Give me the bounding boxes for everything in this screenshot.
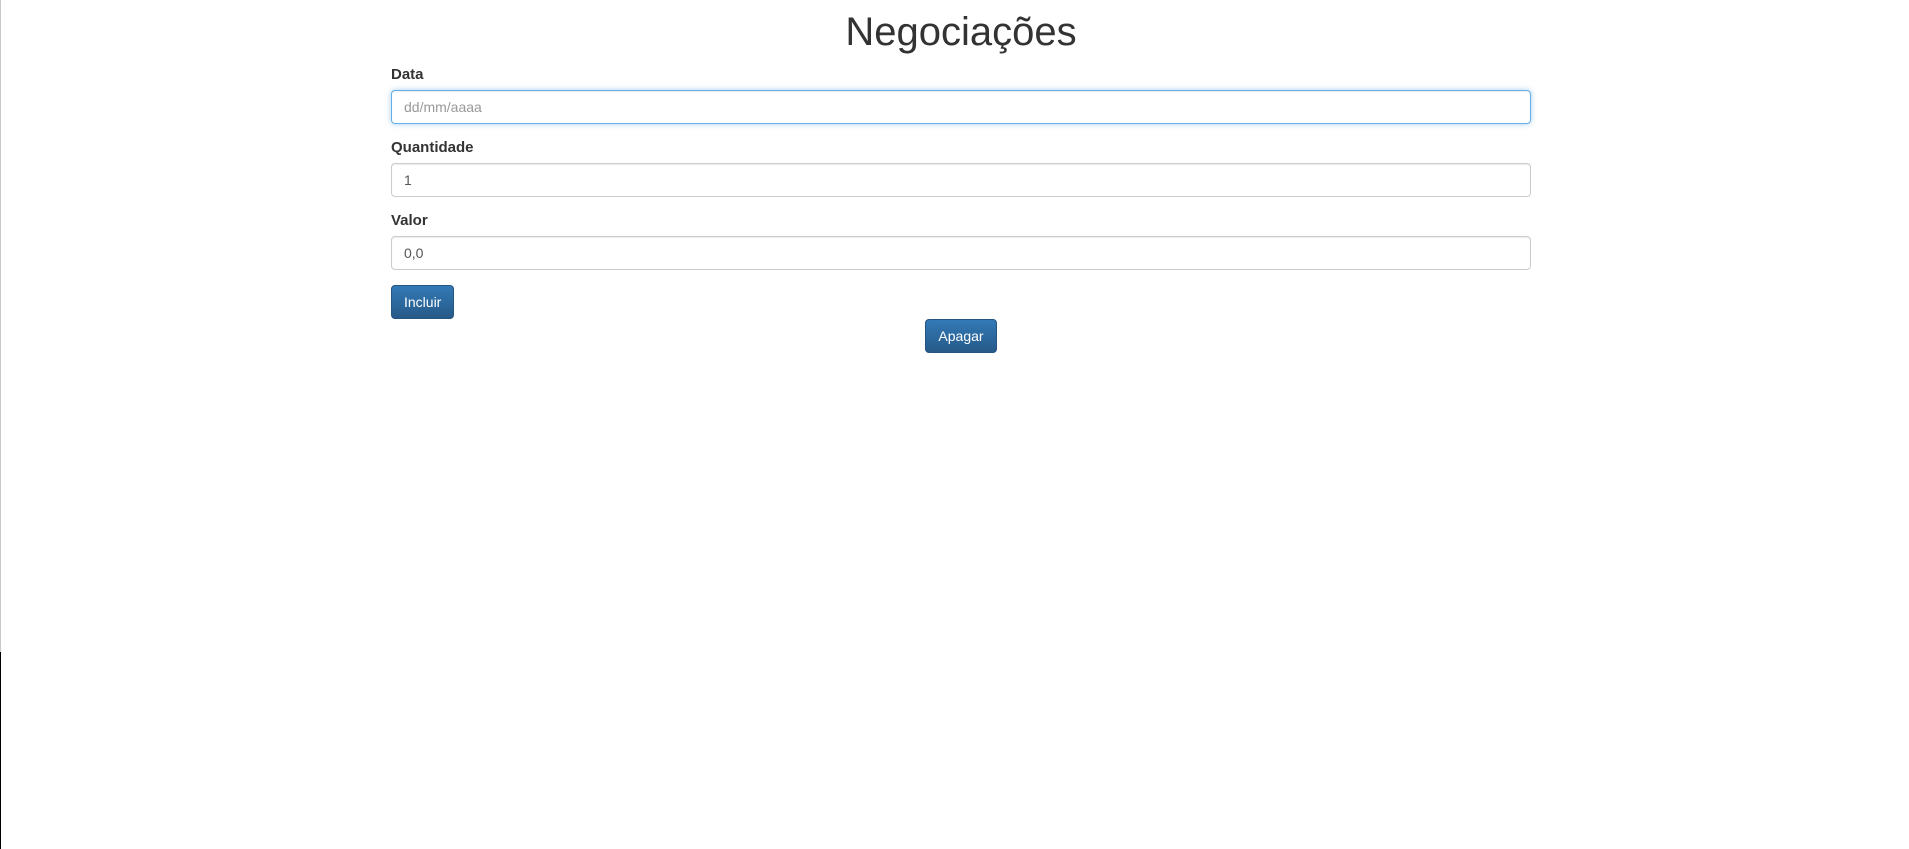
clear-row: Apagar	[391, 319, 1531, 353]
main-container: Negociações Data Quantidade Valor Inclui…	[391, 0, 1531, 353]
trade-form: Data Quantidade Valor Incluir	[391, 66, 1531, 319]
submit-row: Incluir	[391, 285, 1531, 319]
quantity-label: Quantidade	[391, 139, 474, 156]
quantity-input[interactable]	[391, 163, 1531, 197]
date-label: Data	[391, 66, 424, 83]
date-input[interactable]	[391, 90, 1531, 124]
value-input[interactable]	[391, 236, 1531, 270]
value-field-group: Valor	[391, 212, 1531, 270]
date-field-group: Data	[391, 66, 1531, 124]
page-title: Negociações	[845, 10, 1077, 54]
quantity-field-group: Quantidade	[391, 139, 1531, 197]
value-label: Valor	[391, 212, 428, 229]
clear-button[interactable]: Apagar	[925, 319, 997, 353]
include-button[interactable]: Incluir	[391, 285, 455, 319]
window-edge-light	[0, 0, 1, 652]
